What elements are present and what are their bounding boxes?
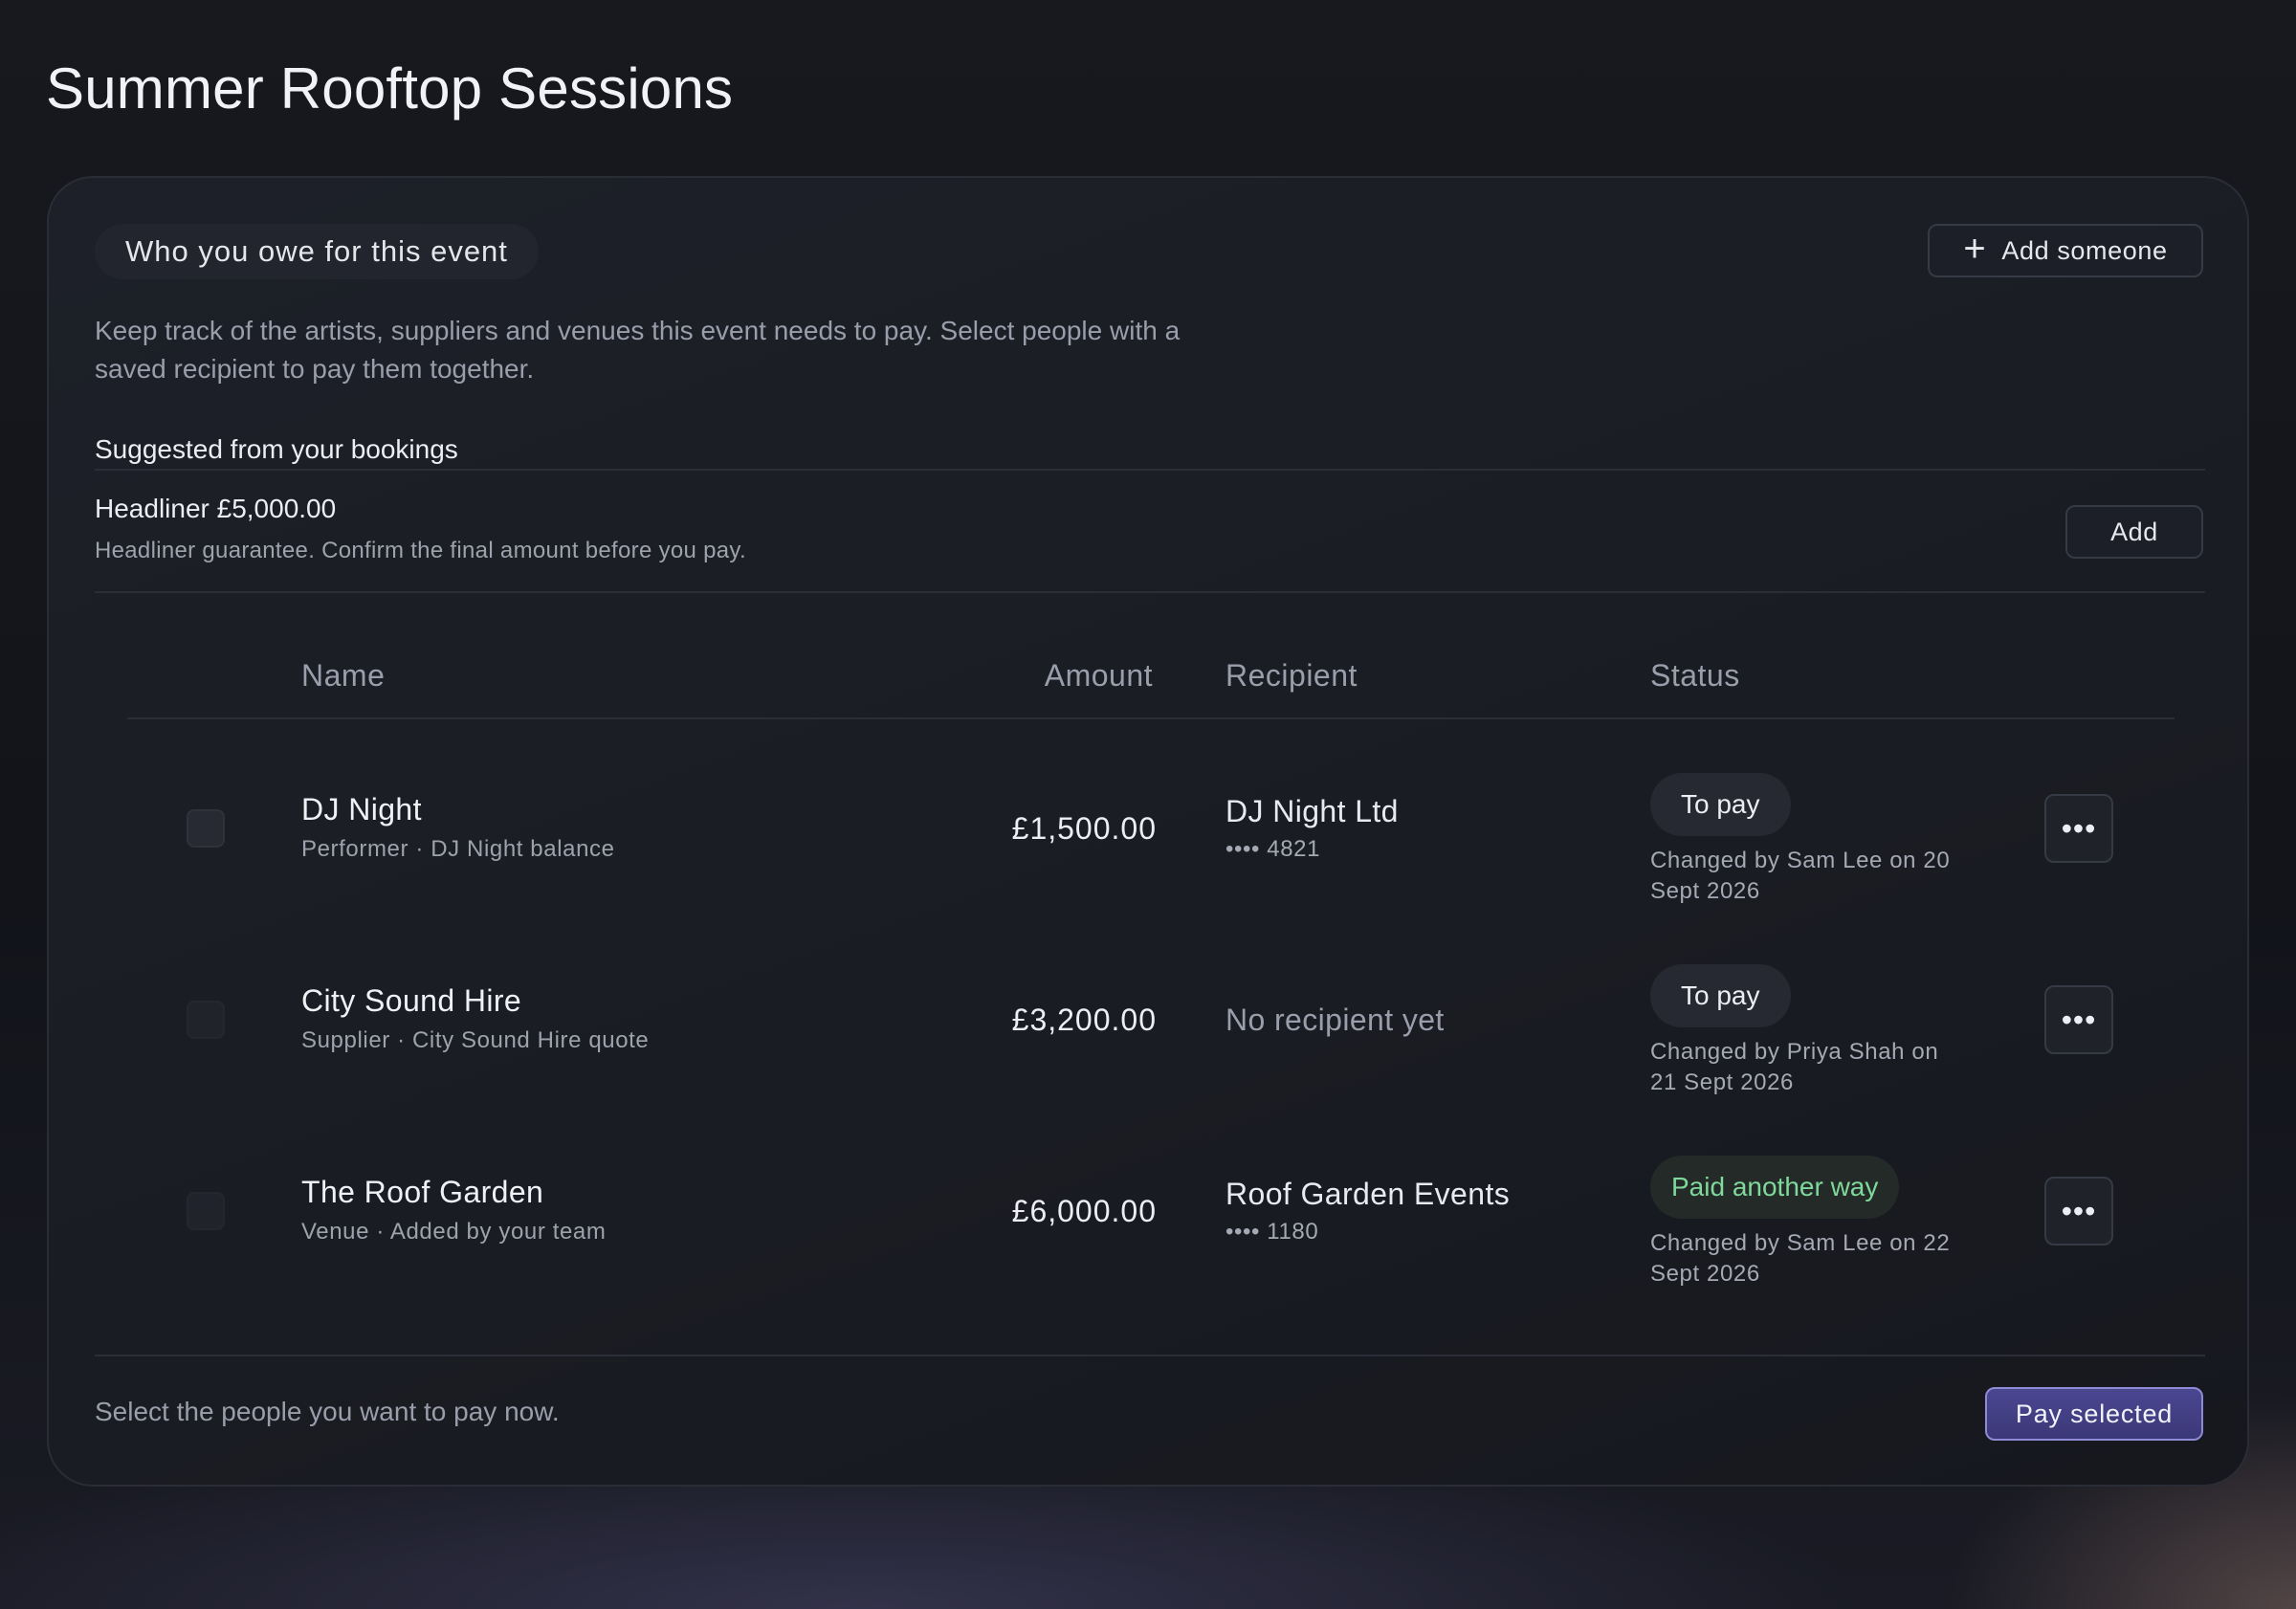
suggestion-subtitle: Headliner guarantee. Confirm the final a… bbox=[95, 538, 746, 563]
more-icon: ••• bbox=[2061, 810, 2097, 846]
header-divider bbox=[127, 717, 2175, 719]
row-select-checkbox[interactable] bbox=[187, 809, 225, 848]
payee-name: DJ Night bbox=[301, 792, 422, 827]
add-someone-label: Add someone bbox=[2001, 235, 2168, 265]
payee-amount: £6,000.00 bbox=[1011, 1194, 1157, 1228]
plus-icon: + bbox=[1963, 227, 1987, 270]
column-header-amount: Amount bbox=[1044, 658, 1153, 693]
more-icon: ••• bbox=[2061, 1193, 2097, 1228]
status-changed-note: Changed by Priya Shah on 21 Sept 2026 bbox=[1650, 1039, 1939, 1095]
column-header-status: Status bbox=[1650, 658, 1740, 693]
table-row: DJ Night Performer · DJ Night balance £1… bbox=[49, 733, 2251, 924]
payees-card: Who you owe for this event + Add someone… bbox=[47, 176, 2249, 1487]
suggestion-title: Headliner £5,000.00 bbox=[95, 494, 337, 523]
payee-amount: £3,200.00 bbox=[1011, 1003, 1157, 1037]
suggestions-heading: Suggested from your bookings bbox=[95, 434, 458, 464]
recipient-account: •••• 1180 bbox=[1225, 1219, 1319, 1245]
payee-subtitle: Venue · Added by your team bbox=[301, 1219, 607, 1245]
more-icon: ••• bbox=[2061, 1002, 2097, 1037]
recipient-name: Roof Garden Events bbox=[1225, 1177, 1511, 1211]
payee-subtitle: Supplier · City Sound Hire quote bbox=[301, 1027, 650, 1053]
card-title: Who you owe for this event bbox=[95, 224, 539, 279]
add-someone-button[interactable]: + Add someone bbox=[1928, 224, 2203, 277]
table-row: The Roof Garden Venue · Added by your te… bbox=[49, 1115, 2251, 1307]
recipient-empty: No recipient yet bbox=[1225, 1003, 1445, 1037]
payee-name: City Sound Hire bbox=[301, 983, 522, 1018]
footer-divider bbox=[95, 1355, 2205, 1356]
pay-selected-button[interactable]: Pay selected bbox=[1985, 1387, 2203, 1441]
payee-name: The Roof Garden bbox=[301, 1175, 544, 1209]
divider bbox=[95, 591, 2205, 593]
page-title: Summer Rooftop Sessions bbox=[46, 56, 734, 121]
recipient-name: DJ Night Ltd bbox=[1225, 794, 1399, 828]
payee-amount: £1,500.00 bbox=[1011, 811, 1157, 846]
row-select-checkbox-disabled bbox=[187, 1192, 225, 1230]
status-changed-note: Changed by Sam Lee on 22 Sept 2026 bbox=[1650, 1230, 1951, 1287]
status-badge: Paid another way bbox=[1650, 1156, 1900, 1219]
footer-hint: Select the people you want to pay now. bbox=[95, 1397, 560, 1426]
add-suggestion-button[interactable]: Add bbox=[2065, 505, 2203, 559]
status-badge: To pay bbox=[1650, 773, 1791, 836]
row-more-options-button[interactable]: ••• bbox=[2044, 985, 2113, 1054]
column-header-recipient: Recipient bbox=[1225, 658, 1358, 693]
status-badge: To pay bbox=[1650, 964, 1791, 1027]
row-more-options-button[interactable]: ••• bbox=[2044, 794, 2113, 863]
payee-subtitle: Performer · DJ Night balance bbox=[301, 836, 615, 862]
table-row: City Sound Hire Supplier · City Sound Hi… bbox=[49, 924, 2251, 1115]
card-description: Keep track of the artists, suppliers and… bbox=[95, 316, 1181, 384]
divider bbox=[95, 469, 2205, 471]
column-header-name: Name bbox=[301, 658, 386, 693]
row-select-checkbox-disabled bbox=[187, 1001, 225, 1039]
status-changed-note: Changed by Sam Lee on 20 Sept 2026 bbox=[1650, 848, 1951, 904]
row-more-options-button[interactable]: ••• bbox=[2044, 1177, 2113, 1245]
recipient-account: •••• 4821 bbox=[1225, 836, 1321, 862]
